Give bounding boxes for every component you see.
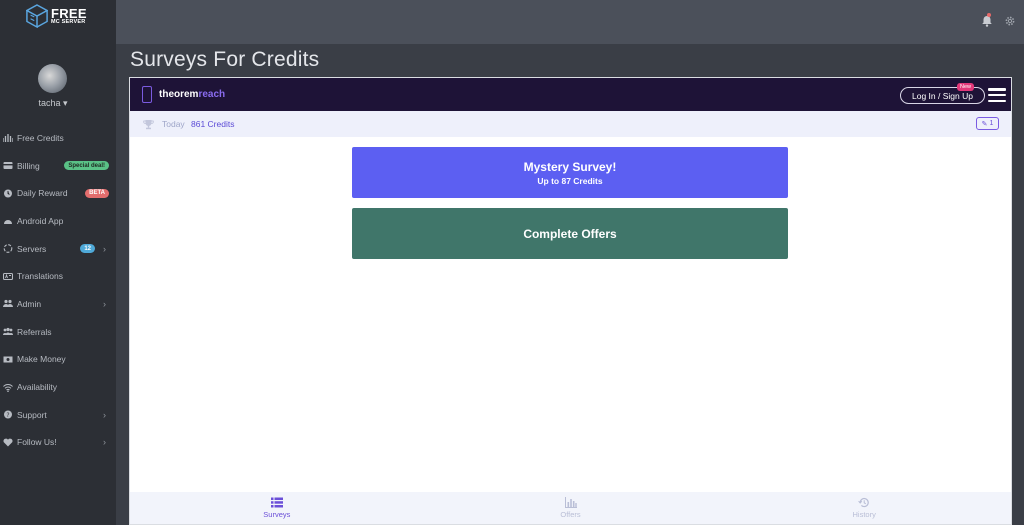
translations-icon [2, 272, 13, 281]
sidebar-item-label: Support [17, 409, 47, 420]
caret-down-icon: ▾ [63, 98, 68, 108]
bar-chart-icon [564, 497, 577, 508]
android-icon [2, 216, 13, 225]
credits-bar: Today 861 Credits ✎ 1 [130, 111, 1011, 137]
servers-count-badge: 12 [80, 244, 95, 254]
sidebar-item-label: Daily Reward [17, 188, 68, 199]
sidebar-item-servers[interactable]: Servers 12 › [0, 235, 116, 263]
survey-panel: theoremreach Log In / Sign Up New Today … [129, 77, 1012, 525]
logo[interactable]: FREE MC SERVER [26, 3, 90, 29]
credits-total: 861 Credits [191, 119, 235, 129]
complete-offers-label: Complete Offers [523, 226, 617, 241]
new-badge: New [956, 83, 974, 91]
sidebar-item-follow-us[interactable]: Follow Us! › [0, 429, 116, 457]
sidebar-item-label: Availability [17, 382, 58, 393]
make-money-icon [2, 355, 13, 364]
topbar [116, 0, 1024, 44]
chevron-right-icon: › [103, 409, 106, 420]
sidebar-item-billing[interactable]: Billing Special deal! [0, 152, 116, 180]
logo-line1: FREE [51, 5, 87, 21]
tab-surveys[interactable]: Surveys [130, 492, 424, 524]
history-icon [858, 497, 869, 508]
sidebar-item-label: Translations [17, 271, 63, 282]
chevron-right-icon: › [103, 243, 106, 254]
tab-history[interactable]: History [717, 492, 1011, 524]
page-title: Surveys For Credits [130, 48, 320, 71]
bottom-tab-bar: Surveys Offers History [130, 492, 1011, 524]
hamburger-menu-icon[interactable] [988, 88, 1006, 102]
admin-icon [2, 299, 13, 308]
mystery-survey-title: Mystery Survey! [523, 159, 617, 174]
brand-part-a: theorem [159, 89, 199, 100]
support-icon: ? [2, 410, 13, 419]
complete-offers-button[interactable]: Complete Offers [352, 208, 788, 259]
cube-logo-icon [26, 4, 48, 28]
today-label: Today [162, 119, 185, 129]
tab-label: Offers [560, 510, 581, 519]
tab-label: Surveys [263, 510, 291, 519]
sidebar-item-label: Admin [17, 298, 42, 309]
sidebar-item-referrals[interactable]: Referrals [0, 318, 116, 346]
avatar[interactable] [38, 64, 67, 93]
theoremreach-brand: theoremreach [159, 89, 225, 100]
billing-icon [2, 161, 13, 170]
trophy-icon [143, 120, 154, 130]
free-credits-icon [2, 133, 13, 143]
sidebar-item-label: Make Money [17, 354, 66, 365]
sidebar-item-label: Free Credits [17, 132, 64, 143]
username: tacha [38, 98, 61, 108]
availability-icon [2, 383, 13, 392]
chevron-right-icon: › [103, 437, 106, 448]
sidebar-nav: Free Credits Billing Special deal! Daily… [0, 124, 116, 456]
sidebar-item-availability[interactable]: Availability [0, 373, 116, 401]
sidebar-item-label: Referrals [17, 326, 52, 337]
theoremreach-header: theoremreach Log In / Sign Up New [130, 78, 1011, 111]
sidebar-item-label: Servers [17, 243, 47, 254]
list-icon [270, 497, 283, 508]
logo-text: FREE MC SERVER [51, 7, 87, 26]
heart-icon [2, 438, 13, 447]
brand-part-b: reach [198, 89, 226, 100]
sidebar-item-label: Billing [17, 160, 40, 171]
mystery-survey-credits: Up to 87 Credits [537, 175, 603, 186]
beta-badge: BETA [85, 188, 109, 198]
pencil-icon: ✎ [981, 120, 988, 128]
sidebar: FREE MC SERVER tacha ▾ Free Credits Bill… [0, 0, 116, 525]
daily-reward-icon [2, 189, 13, 198]
sidebar-item-translations[interactable]: Translations [0, 262, 116, 290]
user-menu[interactable]: tacha ▾ [0, 98, 106, 109]
special-deal-badge: Special deal! [64, 161, 109, 171]
svg-text:?: ? [6, 412, 9, 419]
gear-icon[interactable] [1004, 15, 1016, 27]
sidebar-item-free-credits[interactable]: Free Credits [0, 124, 116, 152]
tab-label: History [852, 510, 876, 519]
sidebar-item-label: Android App [17, 215, 64, 226]
sidebar-item-support[interactable]: ? Support › [0, 401, 116, 429]
sidebar-item-make-money[interactable]: Make Money [0, 346, 116, 374]
notification-dot [987, 13, 991, 17]
chevron-right-icon: › [103, 298, 106, 309]
notification-pill[interactable]: ✎ 1 [976, 117, 999, 130]
sidebar-item-android-app[interactable]: Android App [0, 207, 116, 235]
sidebar-item-admin[interactable]: Admin › [0, 290, 116, 318]
tab-offers[interactable]: Offers [424, 492, 718, 524]
referrals-icon [2, 327, 13, 336]
logo-line2: MC SERVER [51, 18, 86, 25]
phone-logo-icon [142, 86, 152, 103]
mystery-survey-button[interactable]: Mystery Survey! Up to 87 Credits [352, 147, 788, 198]
pill-count: 1 [989, 120, 994, 127]
servers-icon [2, 244, 13, 253]
bell-icon[interactable] [981, 15, 993, 27]
sidebar-item-daily-reward[interactable]: Daily Reward BETA [0, 179, 116, 207]
sidebar-item-label: Follow Us! [17, 437, 57, 448]
